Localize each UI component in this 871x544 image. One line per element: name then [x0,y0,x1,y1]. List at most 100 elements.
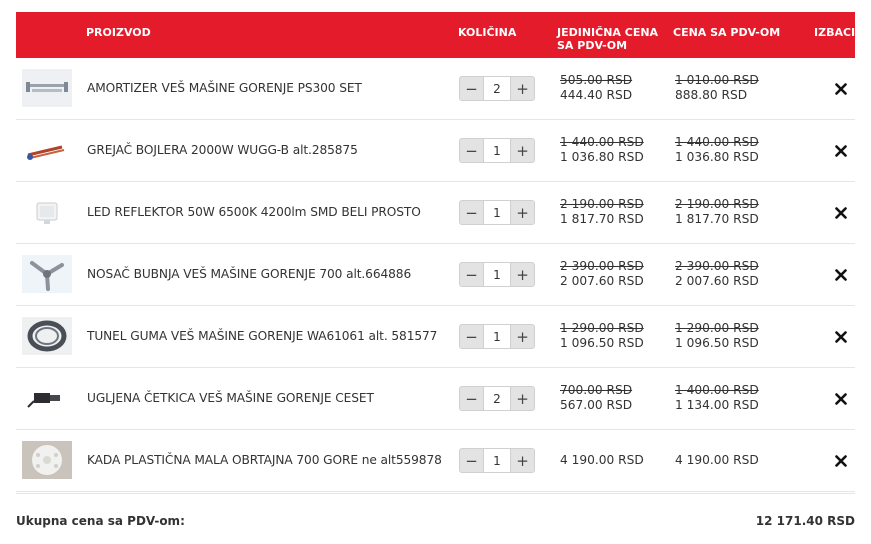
cart-footer: Ukupna cena sa PDV-om: 12 171.40 RSD [16,493,855,544]
increment-button[interactable]: + [510,324,535,349]
header-total-price: CENA SA PDV-OM [673,26,781,39]
total-price-new: 888.80 RSD [675,88,748,102]
close-icon [835,207,847,219]
quantity-input[interactable] [484,386,510,411]
increment-button[interactable]: + [510,76,535,101]
unit-price-new: 444.40 RSD [560,88,633,102]
increment-button[interactable]: + [510,138,535,163]
remove-button[interactable] [831,141,851,161]
unit-price: 700.00 RSD 567.00 RSD [560,383,632,413]
led-floodlight-image[interactable] [22,193,72,231]
total-price-new: 1 817.70 RSD [675,212,759,226]
total-price-old: 1 400.00 RSD [675,383,759,397]
total-price: 1 400.00 RSD 1 134.00 RSD [675,383,759,413]
decrement-button[interactable]: − [459,324,484,349]
product-name[interactable]: KADA PLASTIČNA MALA OBRTAJNA 700 GORE ne… [87,453,442,467]
quantity-input[interactable] [484,200,510,225]
total-price-old: 2 390.00 RSD [675,259,759,273]
quantity-stepper: − + [459,386,535,411]
plus-icon: + [516,451,529,470]
close-icon [835,455,847,467]
unit-price: 4 190.00 RSD [560,453,644,468]
product-name[interactable]: GREJAČ BOJLERA 2000W WUGG-B alt.285875 [87,143,358,157]
unit-price-old: 505.00 RSD [560,73,633,87]
heater-element-image[interactable] [22,131,72,169]
unit-price-new: 2 007.60 RSD [560,274,644,288]
remove-button[interactable] [831,451,851,471]
quantity-stepper: − + [459,262,535,287]
total-label: Ukupna cena sa PDV-om: [16,514,185,528]
unit-price-old: 2 190.00 RSD [560,197,644,211]
header-unit-price: JEDINIČNA CENA SA PDV-OM [557,26,659,52]
unit-price-new: 567.00 RSD [560,398,633,412]
remove-button[interactable] [831,389,851,409]
total-value: 12 171.40 RSD [755,514,855,528]
remove-button[interactable] [831,79,851,99]
total-price-new: 2 007.60 RSD [675,274,759,288]
cart-row: UGLJENA ČETKICA VEŠ MAŠINE GORENJE CESET… [16,368,855,430]
increment-button[interactable]: + [510,386,535,411]
product-name[interactable]: LED REFLEKTOR 50W 6500K 4200lm SMD BELI … [87,205,421,219]
total-price: 1 440.00 RSD 1 036.80 RSD [675,135,759,165]
decrement-button[interactable]: − [459,76,484,101]
cart-row: GREJAČ BOJLERA 2000W WUGG-B alt.285875 −… [16,120,855,182]
remove-button[interactable] [831,265,851,285]
unit-price-new: 1 036.80 RSD [560,150,644,164]
cart-rows: AMORTIZER VEŠ MAŠINE GORENJE PS300 SET −… [16,58,855,492]
unit-price: 2 190.00 RSD 1 817.70 RSD [560,197,644,227]
quantity-stepper: − + [459,324,535,349]
close-icon [835,83,847,95]
shock-absorber-image[interactable] [22,69,72,107]
quantity-input[interactable] [484,262,510,287]
total-price-old: 1 440.00 RSD [675,135,759,149]
product-name[interactable]: NOSAČ BUBNJA VEŠ MAŠINE GORENJE 700 alt.… [87,267,411,281]
cart-row: AMORTIZER VEŠ MAŠINE GORENJE PS300 SET −… [16,58,855,120]
increment-button[interactable]: + [510,200,535,225]
unit-price-new: 1 817.70 RSD [560,212,644,226]
plus-icon: + [516,79,529,98]
close-icon [835,331,847,343]
unit-price-old: 700.00 RSD [560,383,633,397]
decrement-button[interactable]: − [459,262,484,287]
drum-bracket-image[interactable] [22,255,72,293]
carbon-brush-image[interactable] [22,379,72,417]
cart-row: TUNEL GUMA VEŠ MAŠINE GORENJE WA61061 al… [16,306,855,368]
minus-icon: − [465,327,478,346]
cart-row: NOSAČ BUBNJA VEŠ MAŠINE GORENJE 700 alt.… [16,244,855,306]
minus-icon: − [465,79,478,98]
quantity-input[interactable] [484,138,510,163]
header-remove: IZBACI [814,26,856,39]
plastic-tub-image[interactable] [22,441,72,479]
decrement-button[interactable]: − [459,200,484,225]
total-price-new: 1 096.50 RSD [675,336,759,350]
product-name[interactable]: UGLJENA ČETKICA VEŠ MAŠINE GORENJE CESET [87,391,374,405]
decrement-button[interactable]: − [459,386,484,411]
door-gasket-image[interactable] [22,317,72,355]
quantity-input[interactable] [484,448,510,473]
unit-price: 2 390.00 RSD 2 007.60 RSD [560,259,644,289]
plus-icon: + [516,265,529,284]
remove-button[interactable] [831,203,851,223]
close-icon [835,393,847,405]
plus-icon: + [516,327,529,346]
total-price: 4 190.00 RSD [675,453,759,468]
quantity-stepper: − + [459,138,535,163]
product-name[interactable]: AMORTIZER VEŠ MAŠINE GORENJE PS300 SET [87,81,362,95]
unit-price-old: 1 290.00 RSD [560,321,644,335]
increment-button[interactable]: + [510,448,535,473]
unit-price-new: 4 190.00 RSD [560,453,644,467]
cart-row: KADA PLASTIČNA MALA OBRTAJNA 700 GORE ne… [16,430,855,492]
quantity-stepper: − + [459,76,535,101]
decrement-button[interactable]: − [459,138,484,163]
remove-button[interactable] [831,327,851,347]
decrement-button[interactable]: − [459,448,484,473]
total-price-old: 1 010.00 RSD [675,73,759,87]
quantity-input[interactable] [484,324,510,349]
increment-button[interactable]: + [510,262,535,287]
quantity-input[interactable] [484,76,510,101]
total-price-old: 1 290.00 RSD [675,321,759,335]
product-name[interactable]: TUNEL GUMA VEŠ MAŠINE GORENJE WA61061 al… [87,329,437,343]
cart-header: PROIZVOD KOLIČINA JEDINIČNA CENA SA PDV-… [16,12,855,58]
total-price: 1 290.00 RSD 1 096.50 RSD [675,321,759,351]
quantity-stepper: − + [459,200,535,225]
